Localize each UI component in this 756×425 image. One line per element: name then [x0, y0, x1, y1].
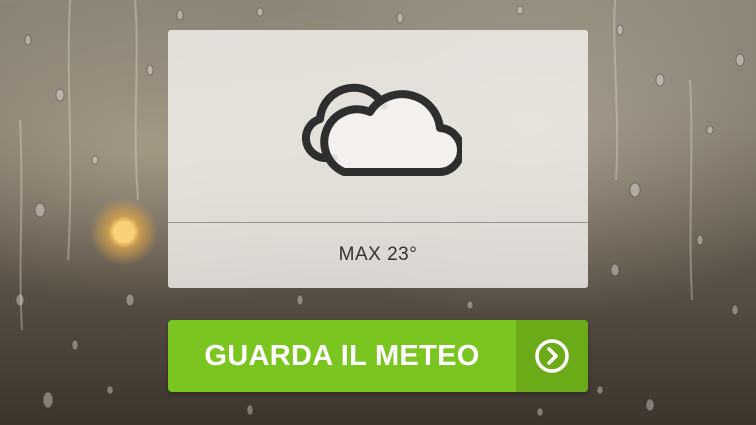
view-weather-button-arrow-area[interactable]: [516, 320, 588, 392]
partly-cloudy-icon: [301, 83, 462, 176]
view-weather-button-label: GUARDA IL METEO: [204, 340, 480, 372]
weather-card: MAX 23°: [168, 30, 588, 288]
card-divider: [168, 222, 588, 223]
max-temperature: MAX 23°: [338, 244, 418, 265]
chevron-right-circle-icon: [535, 339, 569, 373]
view-weather-button[interactable]: GUARDA IL METEO: [168, 320, 588, 392]
